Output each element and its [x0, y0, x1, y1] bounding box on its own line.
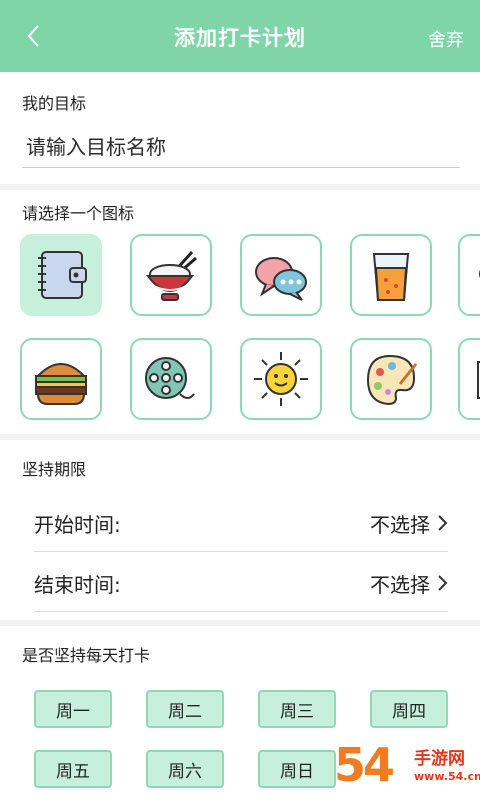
icon-option-palette[interactable]: [350, 338, 432, 420]
chevron-right-icon: [438, 575, 448, 591]
icon-picker-label: 请选择一个图标: [22, 204, 135, 223]
icon-option-book[interactable]: [458, 338, 480, 420]
section-divider: [0, 184, 480, 190]
start-time-value: 不选择: [370, 513, 430, 537]
day-button-sun[interactable]: 周日: [258, 750, 336, 788]
icon-grid: [0, 232, 480, 422]
app-header: 添加打卡计划 舍弃: [0, 0, 480, 72]
juice-cup-icon: [372, 253, 410, 301]
goal-label: 我的目标: [22, 94, 87, 113]
chat-bubbles-icon: [255, 257, 307, 301]
chevron-right-icon: [438, 515, 448, 531]
sun-icon: [254, 352, 308, 406]
end-time-value: 不选择: [370, 573, 430, 597]
day-button-mon[interactable]: 周一: [34, 690, 112, 728]
burger-icon: [35, 363, 87, 405]
goal-name-input[interactable]: [22, 126, 460, 168]
book-icon: [477, 361, 480, 399]
watermark-number: 54: [334, 738, 395, 792]
section-divider: [0, 620, 480, 626]
start-time-row[interactable]: 开始时间: 不选择: [34, 494, 448, 552]
daily-label: 是否坚持每天打卡: [22, 646, 151, 665]
day-button-sat[interactable]: 周六: [146, 750, 224, 788]
day-button-fri[interactable]: 周五: [34, 750, 112, 788]
icon-option-juice[interactable]: [350, 234, 432, 316]
rice-bowl-icon: [146, 250, 197, 301]
section-divider: [0, 434, 480, 440]
end-time-label: 结束时间:: [34, 573, 121, 597]
icon-option-notebook[interactable]: [20, 234, 102, 316]
page-title: 添加打卡计划: [174, 26, 306, 50]
cup-icon: [479, 269, 480, 279]
start-time-label: 开始时间:: [34, 513, 121, 537]
notebook-icon: [38, 251, 87, 299]
icon-option-burger[interactable]: [20, 338, 102, 420]
icon-option-chat[interactable]: [240, 234, 322, 316]
day-button-tue[interactable]: 周二: [146, 690, 224, 728]
watermark-logo: 54 手游网 www.54.cn: [330, 730, 480, 800]
day-button-wed[interactable]: 周三: [258, 690, 336, 728]
icon-option-film[interactable]: [130, 338, 212, 420]
watermark-url: www.54.cn: [414, 770, 480, 783]
icon-option-rice-bowl[interactable]: [130, 234, 212, 316]
end-time-row[interactable]: 结束时间: 不选择: [34, 554, 448, 612]
watermark-text: 手游网: [414, 749, 465, 769]
duration-label: 坚持期限: [22, 460, 87, 479]
icon-option-cup[interactable]: [458, 234, 480, 316]
day-button-thu[interactable]: 周四: [370, 690, 448, 728]
discard-button[interactable]: 舍弃: [428, 26, 464, 52]
paint-palette-icon: [366, 354, 418, 406]
film-reel-icon: [145, 357, 195, 399]
icon-option-sun[interactable]: [240, 338, 322, 420]
